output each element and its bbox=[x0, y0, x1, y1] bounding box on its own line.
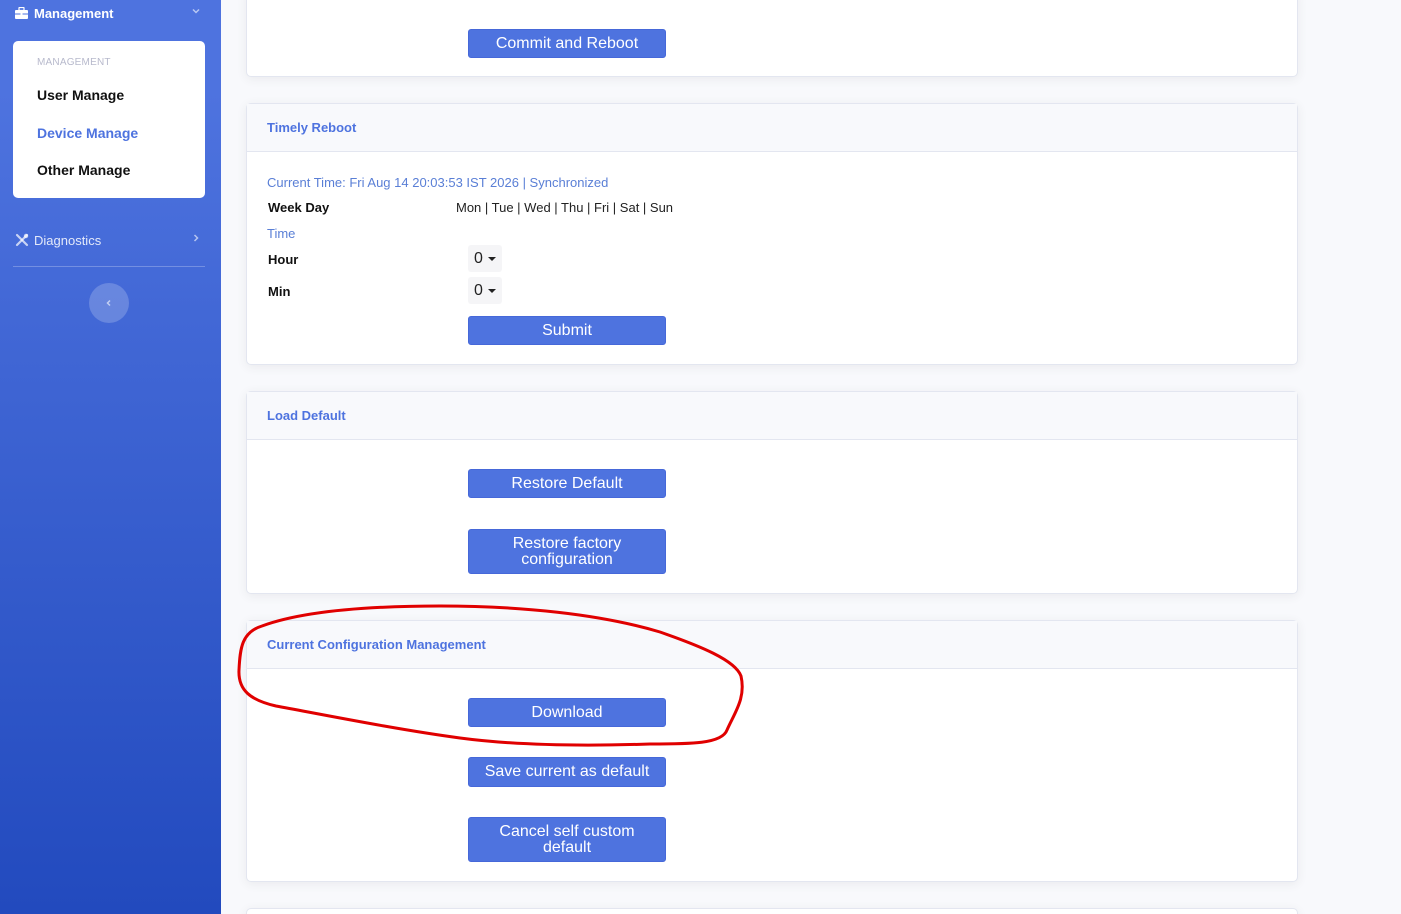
submenu-header: MANAGEMENT bbox=[37, 57, 111, 68]
chevron-left-icon bbox=[106, 299, 111, 307]
cancel-custom-default-button[interactable]: Cancel self custom default bbox=[468, 817, 666, 862]
hour-select[interactable]: 0 bbox=[468, 245, 502, 272]
week-days-selector[interactable]: Mon | Tue | Wed | Thu | Fri | Sat | Sun bbox=[456, 200, 673, 215]
min-select[interactable]: 0 bbox=[468, 277, 502, 304]
timely-reboot-title: Timely Reboot bbox=[247, 104, 1297, 152]
caret-down-icon bbox=[488, 289, 496, 293]
tools-icon bbox=[15, 233, 29, 247]
card-next bbox=[246, 908, 1298, 914]
time-label: Time bbox=[267, 226, 296, 241]
caret-down-icon bbox=[488, 257, 496, 261]
current-time-text: Current Time: Fri Aug 14 20:03:53 IST 20… bbox=[267, 175, 609, 190]
card-timely-reboot: Timely Reboot Current Time: Fri Aug 14 2… bbox=[246, 103, 1298, 365]
nav-management-label: Management bbox=[34, 5, 114, 21]
nav-item-diagnostics[interactable]: Diagnostics bbox=[0, 228, 221, 252]
load-default-title: Load Default bbox=[247, 392, 1297, 440]
week-day-label: Week Day bbox=[268, 200, 330, 215]
commit-reboot-button[interactable]: Commit and Reboot bbox=[468, 29, 666, 58]
card-current-config: Current Configuration Management Downloa… bbox=[246, 620, 1298, 882]
current-config-title: Current Configuration Management bbox=[247, 621, 1297, 669]
hour-value: 0 bbox=[474, 249, 483, 267]
card-load-default: Load Default Restore Default Restore fac… bbox=[246, 391, 1298, 594]
sidebar-item-user-manage[interactable]: User Manage bbox=[37, 87, 124, 103]
management-submenu: MANAGEMENT User Manage Device Manage Oth… bbox=[13, 41, 205, 198]
chevron-down-icon bbox=[192, 8, 200, 14]
toolbox-icon bbox=[15, 7, 28, 19]
download-button[interactable]: Download bbox=[468, 698, 666, 727]
nav-diagnostics-label: Diagnostics bbox=[34, 232, 102, 248]
restore-default-button[interactable]: Restore Default bbox=[468, 469, 666, 498]
sidebar-item-device-manage[interactable]: Device Manage bbox=[37, 125, 138, 141]
sidebar-item-other-manage[interactable]: Other Manage bbox=[37, 162, 130, 178]
chevron-right-icon bbox=[193, 234, 199, 242]
card-commit: Commit and Reboot bbox=[246, 0, 1298, 77]
sidebar-divider bbox=[13, 266, 205, 267]
min-label: Min bbox=[268, 284, 291, 299]
sidebar-toggle-button[interactable] bbox=[89, 283, 129, 323]
restore-factory-button[interactable]: Restore factory configuration bbox=[468, 529, 666, 574]
save-current-default-button[interactable]: Save current as default bbox=[468, 757, 666, 787]
sidebar: Management MANAGEMENT User Manage Device… bbox=[0, 0, 221, 914]
nav-item-management[interactable]: Management bbox=[0, 0, 221, 26]
min-value: 0 bbox=[474, 281, 483, 299]
hour-label: Hour bbox=[268, 252, 299, 267]
submit-button[interactable]: Submit bbox=[468, 316, 666, 345]
